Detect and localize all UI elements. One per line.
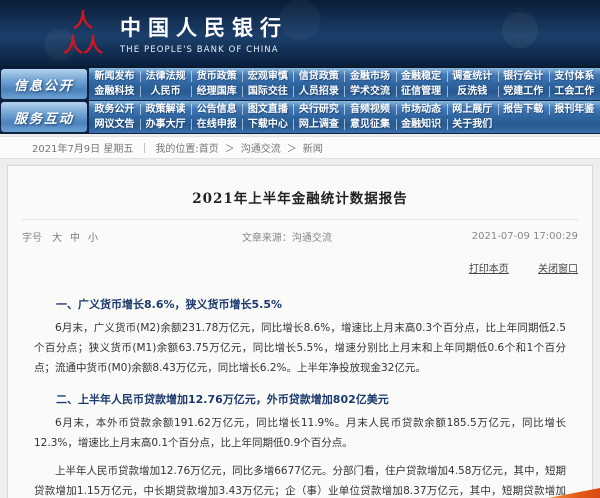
font-size-button[interactable]: 小 — [88, 233, 98, 244]
breadcrumb-divider: ｜ — [139, 140, 149, 155]
nav-item[interactable]: 金融市场 — [344, 69, 395, 84]
site-header: 人 人 人 中国人民银行 THE PEOPLE'S BANK OF CHINA — [0, 0, 600, 68]
brand[interactable]: 人 人 人 中国人民银行 THE PEOPLE'S BANK OF CHINA — [62, 10, 288, 56]
breadcrumb-item-communication[interactable]: 沟通交流 — [241, 140, 281, 155]
font-size-links: 大中小 — [48, 229, 102, 244]
current-date: 2021年7月9日 星期五 — [32, 140, 133, 155]
bank-name-cn: 中国人民银行 — [120, 12, 288, 42]
nav-item[interactable]: 音频视频 — [344, 102, 395, 117]
pboc-logo-icon: 人 人 人 — [62, 10, 104, 56]
nav-item[interactable]: 金融科技 — [89, 84, 140, 99]
nav-item[interactable]: 关于我们 — [447, 117, 498, 132]
svg-text:人: 人 — [83, 33, 104, 56]
article-body: 一、广义货币增长8.6%，狭义货币增长5.5% 6月末，广义货币(M2)余额23… — [8, 275, 592, 498]
brand-text: 中国人民银行 THE PEOPLE'S BANK OF CHINA — [120, 12, 288, 55]
nav-item[interactable]: 法律法规 — [140, 69, 191, 84]
nav-item[interactable]: 人民币 — [140, 84, 191, 99]
nav-item[interactable]: 党建工作 — [498, 84, 549, 99]
nav-item[interactable]: 新闻发布 — [89, 69, 140, 84]
nav-label-service-interaction[interactable]: 服务互动 — [1, 102, 87, 132]
nav-item[interactable]: 人员招录 — [293, 84, 344, 99]
breadcrumb-item-news[interactable]: 新闻 — [303, 140, 323, 155]
nav-item[interactable]: 央行研究 — [293, 102, 344, 117]
nav-item[interactable]: 宏观审慎 — [242, 69, 293, 84]
nav-item[interactable]: 银行会计 — [498, 69, 549, 84]
print-page-button[interactable]: 打印本页 — [469, 264, 509, 275]
font-size-controls: 字号 大中小 — [22, 229, 102, 244]
nav-item[interactable]: 工会工作 — [549, 84, 600, 99]
nav-item[interactable]: 征信管理 — [396, 84, 447, 99]
page-title: 2021年上半年金融统计数据报告 — [8, 187, 592, 207]
nav-item[interactable]: 支付体系 — [549, 69, 600, 84]
article-actions: 打印本页 关闭窗口 — [8, 260, 578, 275]
nav-item[interactable]: 图文直播 — [242, 102, 293, 117]
nav-item[interactable]: 反洗钱 — [447, 84, 498, 99]
nav-item[interactable]: 国际交往 — [242, 84, 293, 99]
nav-row: 金融科技人民币经理国库国际交往人员招录学术交流征信管理反洗钱党建工作工会工作 — [89, 84, 600, 99]
article-panel: 2021年上半年金融统计数据报告 字号 大中小 文章来源：沟通交流 2021-0… — [7, 165, 593, 498]
svg-text:人: 人 — [73, 10, 94, 32]
article-meta: 字号 大中小 文章来源：沟通交流 2021-07-09 17:00:29 — [22, 219, 578, 244]
nav-item[interactable]: 金融稳定 — [396, 69, 447, 84]
nav-section-info: 信息公开 新闻发布法律法规货币政策宏观审慎信贷政策金融市场金融稳定调查统计银行会… — [0, 68, 600, 101]
font-size-button[interactable]: 大 — [52, 233, 62, 244]
font-size-label: 字号 — [22, 229, 42, 244]
close-window-button[interactable]: 关闭窗口 — [538, 264, 578, 275]
section-heading-2: 二、上半年人民币贷款增加12.76万亿元，外币贷款增加802亿美元 — [34, 391, 566, 407]
nav-label-info-disclosure[interactable]: 信息公开 — [1, 69, 87, 99]
nav-item[interactable]: 信贷政策 — [293, 69, 344, 84]
nav-item[interactable]: 报刊年鉴 — [549, 102, 600, 117]
nav-section-service: 服务互动 政务公开政策解读公告信息图文直播央行研究音频视频市场动态网上展厅报告下… — [0, 101, 600, 134]
breadcrumb: 2021年7月9日 星期五 ｜ 我的位置:首页 ＞ 沟通交流 ＞ 新闻 — [0, 136, 600, 159]
paragraph: 上半年人民币贷款增加12.76万亿元，同比多增6677亿元。分部门看，住户贷款增… — [34, 461, 566, 498]
section-heading-1: 一、广义货币增长8.6%，狭义货币增长5.5% — [34, 296, 566, 312]
nav-item[interactable]: 网议文告 — [89, 117, 140, 132]
svg-text:人: 人 — [63, 33, 84, 56]
nav-item[interactable]: 政策解读 — [140, 102, 191, 117]
pboc-page: 人 人 人 中国人民银行 THE PEOPLE'S BANK OF CHINA … — [0, 0, 600, 498]
nav-row: 网议文告办事大厅在线申报下载中心网上调查意见征集金融知识关于我们 — [89, 117, 600, 132]
bank-name-en: THE PEOPLE'S BANK OF CHINA — [120, 45, 288, 55]
breadcrumb-arrow-icon: ＞ — [287, 140, 297, 155]
breadcrumb-location-home[interactable]: 我的位置:首页 — [155, 140, 218, 155]
nav-item[interactable]: 网上调查 — [293, 117, 344, 132]
breadcrumb-arrow-icon: ＞ — [225, 140, 235, 155]
nav-item[interactable]: 报告下载 — [498, 102, 549, 117]
nav-rows: 新闻发布法律法规货币政策宏观审慎信贷政策金融市场金融稳定调查统计银行会计支付体系… — [89, 68, 600, 100]
nav-item[interactable]: 经理国库 — [191, 84, 242, 99]
nav-item[interactable]: 在线申报 — [191, 117, 242, 132]
nav-row: 政务公开政策解读公告信息图文直播央行研究音频视频市场动态网上展厅报告下载报刊年鉴 — [89, 102, 600, 117]
nav-item[interactable]: 市场动态 — [396, 102, 447, 117]
nav-item[interactable]: 调查统计 — [447, 69, 498, 84]
paragraph: 6月末，本外币贷款余额191.62万亿元，同比增长11.9%。月末人民币贷款余额… — [34, 413, 566, 453]
main-nav: 信息公开 新闻发布法律法规货币政策宏观审慎信贷政策金融市场金融稳定调查统计银行会… — [0, 68, 600, 134]
article-source: 文章来源：沟通交流 — [242, 229, 332, 244]
paragraph: 6月末，广义货币(M2)余额231.78万亿元，同比增长8.6%，增速比上月末高… — [34, 318, 566, 378]
nav-item[interactable]: 学术交流 — [344, 84, 395, 99]
nav-item[interactable]: 下载中心 — [242, 117, 293, 132]
nav-item[interactable]: 政务公开 — [89, 102, 140, 117]
nav-item[interactable]: 货币政策 — [191, 69, 242, 84]
nav-item[interactable]: 公告信息 — [191, 102, 242, 117]
nav-item[interactable]: 意见征集 — [344, 117, 395, 132]
nav-item[interactable]: 网上展厅 — [447, 102, 498, 117]
nav-item[interactable]: 金融知识 — [396, 117, 447, 132]
nav-item[interactable]: 办事大厅 — [140, 117, 191, 132]
nav-row: 新闻发布法律法规货币政策宏观审慎信贷政策金融市场金融稳定调查统计银行会计支付体系 — [89, 69, 600, 84]
font-size-button[interactable]: 中 — [70, 233, 80, 244]
nav-rows: 政务公开政策解读公告信息图文直播央行研究音频视频市场动态网上展厅报告下载报刊年鉴… — [89, 101, 600, 133]
article-timestamp: 2021-07-09 17:00:29 — [472, 231, 578, 242]
